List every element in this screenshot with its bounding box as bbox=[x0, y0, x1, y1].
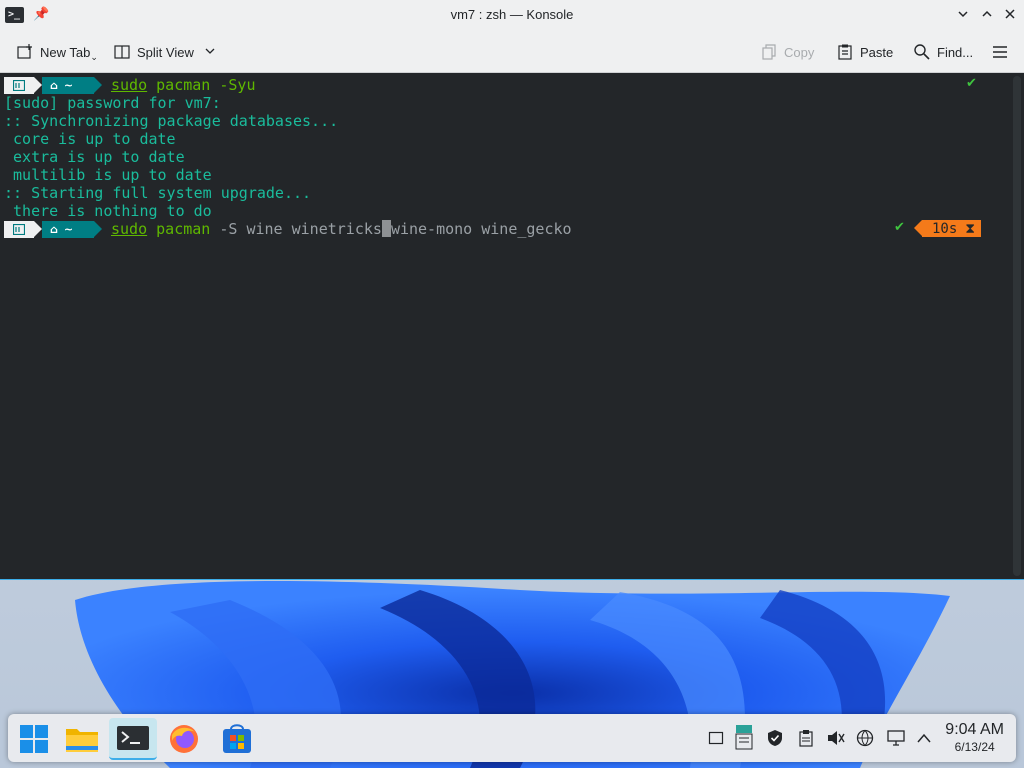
command-input[interactable]: sudo pacman -S wine winetricks wine-mono … bbox=[111, 220, 572, 238]
search-icon bbox=[913, 43, 931, 61]
close-button[interactable] bbox=[1000, 5, 1020, 25]
success-check-icon: ✔ bbox=[966, 76, 977, 91]
show-desktop-icon[interactable] bbox=[706, 728, 726, 748]
windows-logo-icon bbox=[20, 725, 48, 753]
microsoft-store-button[interactable] bbox=[213, 718, 261, 760]
output-line: multilib is up to date bbox=[4, 166, 212, 184]
output-line: there is nothing to do bbox=[4, 202, 212, 220]
start-menu-button[interactable] bbox=[10, 718, 58, 760]
clipboard-manager-icon[interactable] bbox=[734, 724, 754, 750]
clipboard-icon[interactable] bbox=[796, 728, 816, 748]
os-segment bbox=[4, 220, 42, 238]
output-line: extra is up to date bbox=[4, 148, 185, 166]
volume-muted-icon[interactable] bbox=[826, 728, 846, 748]
home-icon: ⌂ bbox=[50, 78, 58, 92]
copy-button[interactable]: Copy bbox=[760, 41, 814, 63]
taskbar: 9:04 AM 6/13/24 bbox=[8, 714, 1016, 762]
konsole-task-button[interactable] bbox=[109, 718, 157, 760]
terminal-icon bbox=[117, 726, 149, 750]
home-icon: ⌂ bbox=[50, 222, 58, 236]
toolbar: New Tab ⌄ Split View Copy Paste Find... bbox=[0, 30, 1024, 73]
paste-button[interactable]: Paste bbox=[836, 41, 893, 63]
hamburger-menu-button[interactable] bbox=[991, 41, 1009, 63]
prompt-line-2: ⌂ ~ sudo pacman -S wine winetricks wine-m… bbox=[4, 220, 572, 238]
network-icon[interactable] bbox=[855, 728, 875, 748]
hamburger-menu-icon bbox=[991, 43, 1009, 61]
chevron-down-icon[interactable] bbox=[204, 45, 216, 60]
konsole-window: >_ 📌 vm7 : zsh — Konsole New Tab ⌄ Split… bbox=[0, 0, 1024, 580]
maximize-button[interactable] bbox=[977, 5, 997, 25]
store-icon bbox=[223, 724, 251, 753]
folder-icon bbox=[66, 729, 98, 752]
success-check-icon: ✔ bbox=[894, 220, 905, 235]
directory-segment: ⌂ ~ bbox=[42, 76, 102, 94]
copy-icon bbox=[760, 43, 778, 61]
terminal-glyph-icon bbox=[13, 223, 25, 235]
firefox-button[interactable] bbox=[160, 718, 208, 760]
new-tab-button[interactable]: New Tab ⌄ bbox=[16, 41, 98, 63]
scrollbar-thumb[interactable] bbox=[1013, 76, 1021, 576]
output-line: :: Starting full system upgrade... bbox=[4, 184, 312, 202]
prompt-line-1: ⌂ ~ sudo pacman -Syu bbox=[4, 76, 256, 94]
hourglass-icon: ⧗ bbox=[965, 220, 976, 237]
output-line: :: Synchronizing package databases... bbox=[4, 112, 339, 130]
split-view-icon bbox=[113, 43, 131, 61]
title-bar[interactable]: >_ 📌 vm7 : zsh — Konsole bbox=[0, 0, 1024, 30]
find-button[interactable]: Find... bbox=[913, 41, 973, 63]
taskbar-clock[interactable]: 9:04 AM 6/13/24 bbox=[945, 721, 1004, 754]
expand-tray-icon[interactable] bbox=[914, 728, 934, 748]
output-line: [sudo] password for vm7: bbox=[4, 94, 221, 112]
duration-badge: 10s ⧗ bbox=[913, 220, 982, 237]
new-tab-icon bbox=[16, 43, 34, 61]
split-view-button[interactable]: Split View bbox=[113, 41, 216, 63]
terminal-glyph-icon bbox=[13, 79, 25, 91]
security-shield-icon[interactable] bbox=[765, 728, 785, 748]
display-icon[interactable] bbox=[886, 728, 906, 748]
text-cursor bbox=[381, 220, 391, 237]
minimize-button[interactable] bbox=[953, 5, 973, 25]
output-line: core is up to date bbox=[4, 130, 176, 148]
command-1: sudo pacman -Syu bbox=[111, 76, 256, 94]
terminal-view[interactable]: ⌂ ~ sudo pacman -Syu ✔ [sudo] password f… bbox=[0, 74, 1024, 579]
paste-icon bbox=[836, 43, 854, 61]
firefox-icon bbox=[170, 725, 198, 753]
file-explorer-button[interactable] bbox=[58, 718, 106, 760]
terminal-scrollbar[interactable] bbox=[1010, 74, 1024, 579]
window-title: vm7 : zsh — Konsole bbox=[450, 7, 574, 22]
directory-segment: ⌂ ~ bbox=[42, 220, 102, 238]
chevron-down-icon: ⌄ bbox=[90, 51, 98, 62]
os-segment bbox=[4, 76, 42, 94]
